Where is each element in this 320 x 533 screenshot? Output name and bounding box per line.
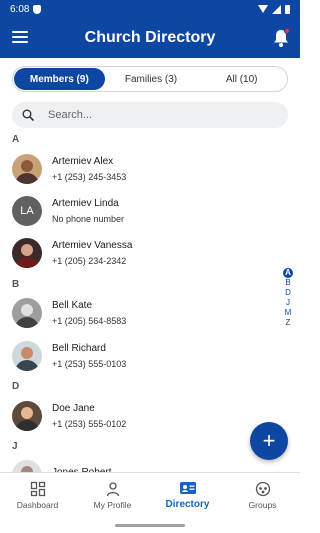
member-row[interactable]: Bell Kate +1 (205) 564-8583: [0, 293, 280, 333]
status-time: 6:08: [10, 3, 30, 15]
search-input[interactable]: [48, 109, 268, 121]
nav-label: My Profile: [93, 499, 132, 510]
member-row[interactable]: Doe Jane +1 (253) 555-0102: [0, 396, 280, 436]
avatar-initials: LA: [12, 196, 42, 226]
signal-icon: [272, 4, 281, 14]
search-icon: [22, 109, 34, 121]
member-phone: +1 (253) 555-0102: [52, 419, 127, 429]
app-bar: Church Directory: [0, 18, 300, 58]
add-member-button[interactable]: +: [250, 422, 288, 460]
search-bar: [12, 102, 288, 128]
avatar: [12, 298, 42, 328]
alphabet-letter-b[interactable]: B: [285, 278, 290, 288]
member-phone: No phone number: [52, 214, 125, 224]
member-row[interactable]: LA Artemiev Linda No phone number: [0, 191, 280, 231]
member-row[interactable]: Artemiev Alex +1 (253) 245-3453: [0, 149, 280, 189]
dashboard-icon: [30, 481, 45, 496]
shield-icon: [33, 4, 42, 14]
page-title: Church Directory: [84, 29, 216, 46]
notification-bell-icon[interactable]: [272, 28, 290, 48]
member-phone: +1 (253) 245-3453: [52, 172, 127, 182]
member-phone: +1 (205) 234-2342: [52, 256, 127, 266]
member-row[interactable]: Artemiev Vanessa +1 (205) 234-2342: [0, 233, 280, 273]
section-header-b: B: [12, 279, 20, 290]
system-navigation-bar: [0, 517, 300, 533]
section-header-j: J: [12, 441, 18, 452]
nav-label: Dashboard: [16, 499, 59, 510]
tab-families[interactable]: Families (3): [106, 67, 197, 91]
alphabet-letter-d[interactable]: D: [285, 288, 291, 298]
bottom-navigation: Dashboard My Profile Directory Groups: [0, 472, 300, 517]
section-header-a: A: [12, 134, 20, 145]
member-row[interactable]: Bell Richard +1 (253) 555-0103: [0, 336, 280, 376]
groups-icon: [255, 481, 270, 496]
member-name: Artemiev Alex: [52, 156, 114, 167]
nav-label: Groups: [248, 499, 277, 510]
tab-all[interactable]: All (10): [196, 67, 287, 91]
alphabet-letter-a[interactable]: A: [283, 268, 293, 278]
member-type-tabs: Members (9) Families (3) All (10): [12, 66, 288, 92]
nav-directory[interactable]: Directory: [150, 473, 225, 517]
avatar: [12, 401, 42, 431]
contact-card-icon: [179, 482, 196, 494]
section-header-d: D: [12, 381, 20, 392]
alphabet-letter-j[interactable]: J: [286, 298, 290, 308]
avatar: [12, 238, 42, 268]
person-icon: [106, 481, 119, 496]
status-bar: 6:08: [0, 0, 300, 18]
avatar: [12, 341, 42, 371]
menu-icon[interactable]: [12, 31, 28, 43]
alphabet-letter-z[interactable]: Z: [286, 318, 291, 328]
status-icons: [258, 4, 290, 14]
alphabet-index: A B D J M Z: [282, 268, 294, 328]
member-name: Bell Kate: [52, 300, 93, 311]
avatar: [12, 154, 42, 184]
battery-icon: [285, 4, 290, 14]
member-name: Artemiev Linda: [52, 198, 119, 209]
nav-dashboard[interactable]: Dashboard: [0, 473, 75, 517]
nav-my-profile[interactable]: My Profile: [75, 473, 150, 517]
member-name: Doe Jane: [52, 403, 95, 414]
home-indicator[interactable]: [115, 524, 185, 527]
nav-groups[interactable]: Groups: [225, 473, 300, 517]
wifi-icon: [258, 5, 268, 13]
member-name: Bell Richard: [52, 343, 106, 354]
member-name: Artemiev Vanessa: [52, 240, 133, 251]
alphabet-letter-m[interactable]: M: [285, 308, 292, 318]
member-phone: +1 (253) 555-0103: [52, 359, 127, 369]
nav-label: Directory: [165, 499, 210, 510]
tab-members[interactable]: Members (9): [14, 68, 105, 90]
member-phone: +1 (205) 564-8583: [52, 316, 127, 326]
notification-badge: [284, 28, 290, 34]
